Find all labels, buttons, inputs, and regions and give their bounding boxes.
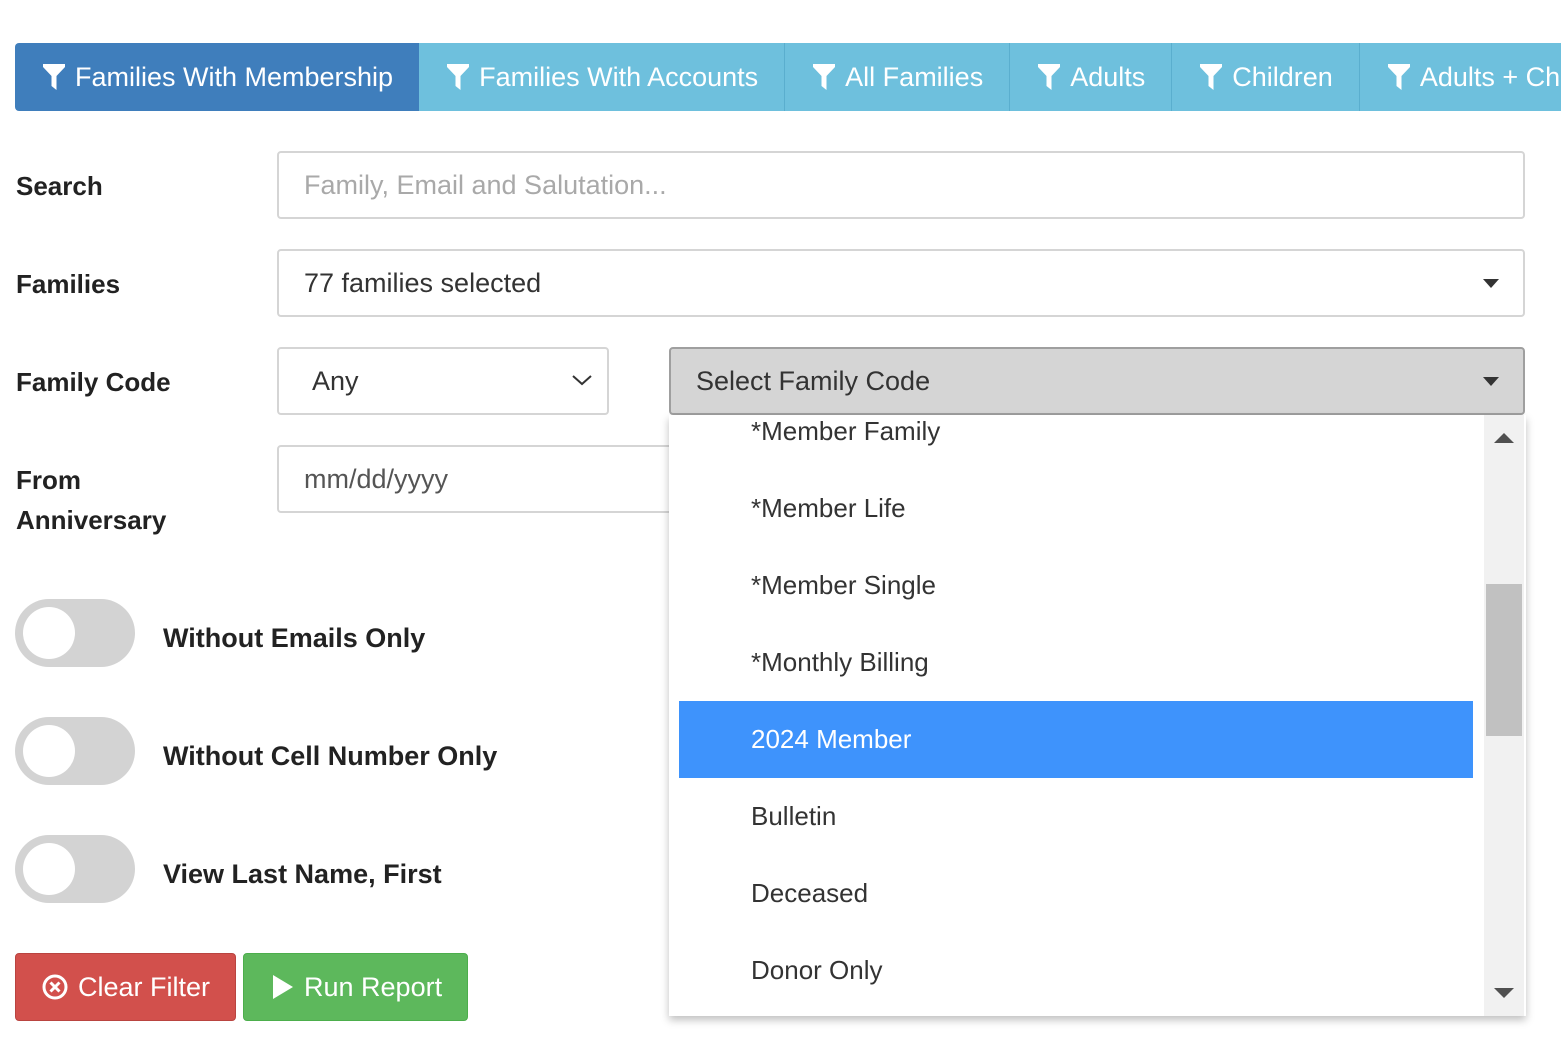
- family-code-label: Family Code: [16, 367, 171, 397]
- caret-down-icon: [1483, 279, 1499, 288]
- clear-filter-button[interactable]: Clear Filter: [15, 953, 236, 1021]
- tab-label: Families With Accounts: [479, 61, 759, 92]
- without-cell-number-label: Without Cell Number Only: [163, 741, 498, 771]
- scroll-up-arrow-icon[interactable]: [1494, 433, 1514, 443]
- option-member-family[interactable]: *Member Family: [679, 415, 1473, 470]
- run-report-label: Run Report: [304, 971, 443, 1002]
- option-2024-member[interactable]: 2024 Member: [679, 701, 1473, 778]
- without-cell-number-toggle[interactable]: [15, 717, 135, 785]
- toggle-knob: [23, 843, 75, 895]
- tab-label: Adults + Children: [1419, 61, 1561, 92]
- family-code-select[interactable]: Select Family Code: [669, 347, 1525, 415]
- view-last-name-first-label: View Last Name, First: [163, 859, 442, 889]
- scroll-down-arrow-icon[interactable]: [1494, 988, 1514, 998]
- tab-families-with-accounts[interactable]: Families With Accounts: [419, 43, 786, 111]
- funnel-icon: [1038, 64, 1061, 90]
- option-donor-only[interactable]: Donor Only: [679, 932, 1473, 1009]
- family-code-operator-select[interactable]: Any: [277, 347, 609, 415]
- funnel-icon: [813, 64, 836, 90]
- tab-label: Adults: [1070, 61, 1146, 92]
- toggle-knob: [23, 607, 75, 659]
- option-member-life[interactable]: *Member Life: [679, 470, 1473, 547]
- tab-label: Children: [1232, 61, 1333, 92]
- scrollbar-thumb[interactable]: [1486, 584, 1522, 736]
- tab-children[interactable]: Children: [1172, 43, 1360, 111]
- funnel-icon: [43, 64, 65, 90]
- family-code-options: *Member Family *Member Life *Member Sing…: [669, 415, 1484, 1016]
- families-label: Families: [16, 269, 121, 299]
- search-input[interactable]: Family, Email and Salutation...: [277, 151, 1525, 219]
- tab-label: All Families: [845, 61, 984, 92]
- report-tabs: Families With Membership Families With A…: [15, 43, 1561, 111]
- view-last-name-first-toggle[interactable]: [15, 835, 135, 903]
- from-anniversary-label-line1: From: [16, 465, 81, 495]
- chevron-down-icon: [572, 375, 592, 386]
- times-circle-icon: [42, 974, 68, 1000]
- tab-adults-children[interactable]: Adults + Children: [1359, 43, 1561, 111]
- clear-filter-label: Clear Filter: [78, 971, 211, 1002]
- tab-adults[interactable]: Adults: [1010, 43, 1173, 111]
- caret-down-icon: [1483, 377, 1499, 386]
- funnel-icon: [447, 64, 470, 90]
- funnel-icon: [1200, 64, 1223, 90]
- option-member-single[interactable]: *Member Single: [679, 547, 1473, 624]
- run-report-button[interactable]: Run Report: [243, 953, 468, 1021]
- toggle-knob: [23, 725, 75, 777]
- operator-value: Any: [312, 365, 359, 396]
- tab-label: Families With Membership: [75, 61, 394, 92]
- family-code-dropdown: *Member Family *Member Life *Member Sing…: [669, 415, 1526, 1016]
- option-deceased[interactable]: Deceased: [679, 855, 1473, 932]
- without-emails-label: Without Emails Only: [163, 623, 426, 653]
- families-select[interactable]: 77 families selected: [277, 249, 1525, 317]
- play-icon: [273, 975, 293, 999]
- from-anniversary-label-line2: Anniversary: [16, 505, 167, 535]
- dropdown-scrollbar[interactable]: [1484, 415, 1524, 1016]
- from-anniversary-date-input[interactable]: mm/dd/yyyy: [277, 445, 697, 513]
- option-monthly-billing[interactable]: *Monthly Billing: [679, 624, 1473, 701]
- tab-families-with-membership[interactable]: Families With Membership: [15, 43, 420, 111]
- tab-all-families[interactable]: All Families: [785, 43, 1011, 111]
- search-label: Search: [16, 171, 103, 201]
- without-emails-toggle[interactable]: [15, 599, 135, 667]
- family-code-select-label: Select Family Code: [696, 365, 931, 396]
- option-bulletin[interactable]: Bulletin: [679, 778, 1473, 855]
- families-select-value: 77 families selected: [304, 267, 542, 298]
- funnel-icon: [1387, 64, 1410, 90]
